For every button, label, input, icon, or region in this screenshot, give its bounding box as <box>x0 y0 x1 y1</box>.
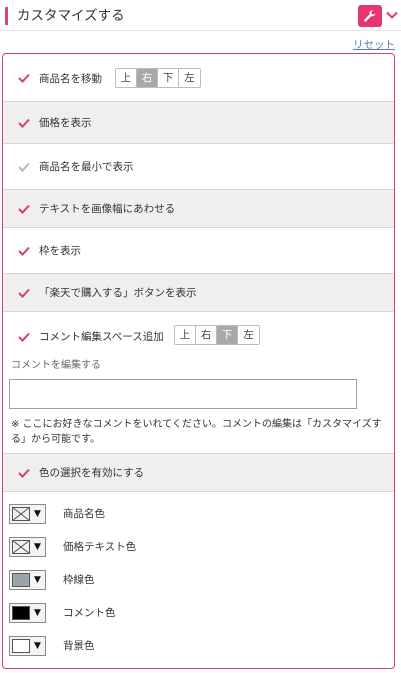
position-right-button[interactable]: 右 <box>137 69 158 87</box>
option-label: テキストを画像幅にあわせる <box>39 203 176 215</box>
comment-caption: コメントを編集する <box>11 360 101 371</box>
color-swatch-button[interactable]: ▼ <box>9 636 46 656</box>
position-left-button[interactable]: 左 <box>238 326 259 344</box>
dropdown-arrow-icon: ▼ <box>34 641 41 651</box>
option-label: コメント編集スペース追加 <box>39 331 164 343</box>
comment-textarea[interactable] <box>9 379 357 409</box>
option-label: 「楽天で購入する」ボタンを表示 <box>39 287 197 299</box>
check-icon[interactable] <box>18 332 30 342</box>
no-color-icon <box>12 507 30 521</box>
option-enable-colors[interactable]: 色の選択を有効にする <box>3 454 394 492</box>
position-left-button[interactable]: 左 <box>179 69 200 87</box>
dropdown-arrow-icon: ▼ <box>34 575 41 585</box>
color-swatch <box>12 606 30 620</box>
position-top-button[interactable]: 上 <box>116 69 137 87</box>
chevron-down-icon[interactable] <box>385 8 399 22</box>
color-swatch-button[interactable]: ▼ <box>9 570 46 590</box>
option-label: 枠を表示 <box>39 245 81 257</box>
option-fit-text[interactable]: テキストを画像幅にあわせる <box>3 190 394 228</box>
option-label: 商品名を最小で表示 <box>39 161 134 173</box>
option-show-border[interactable]: 枠を表示 <box>3 228 394 274</box>
wrench-icon <box>364 10 376 22</box>
check-icon <box>18 204 30 214</box>
check-icon <box>18 246 30 256</box>
color-label: コメント色 <box>63 607 116 619</box>
option-label: 価格を表示 <box>39 117 92 129</box>
comment-position-selector: 上 右 下 左 <box>174 325 260 345</box>
color-label: 枠線色 <box>63 574 95 586</box>
position-right-button[interactable]: 右 <box>196 326 217 344</box>
position-top-button[interactable]: 上 <box>175 326 196 344</box>
option-show-rakuten-button[interactable]: 「楽天で購入する」ボタンを表示 <box>3 274 394 312</box>
option-move-name[interactable]: 商品名を移動 上 右 下 左 <box>3 54 394 102</box>
color-label: 背景色 <box>63 640 95 652</box>
dropdown-arrow-icon: ▼ <box>34 509 41 519</box>
color-swatch-button[interactable]: ▼ <box>9 537 46 557</box>
option-label: 商品名を移動 <box>39 73 102 85</box>
customize-button[interactable] <box>358 5 382 27</box>
position-bottom-button[interactable]: 下 <box>158 69 179 87</box>
color-label: 商品名色 <box>63 508 105 520</box>
dropdown-arrow-icon: ▼ <box>34 542 41 552</box>
header-divider <box>0 30 401 31</box>
check-icon <box>18 162 30 172</box>
color-label: 価格テキスト色 <box>63 541 137 553</box>
position-bottom-button[interactable]: 下 <box>217 326 238 344</box>
option-label: 色の選択を有効にする <box>39 467 145 479</box>
header-accent-bar <box>5 7 8 25</box>
dropdown-arrow-icon: ▼ <box>34 608 41 618</box>
customize-panel: 商品名を移動 上 右 下 左 価格を表示 商品名を最小で表示 テキストを画像幅に… <box>2 53 395 669</box>
page-title: カスタマイズする <box>17 8 125 24</box>
comment-note: ※ ここにお好きなコメントをいれてください。コメントの編集は「カスタマイズする」… <box>11 419 382 445</box>
option-min-name[interactable]: 商品名を最小で表示 <box>3 144 394 190</box>
color-swatch <box>12 573 30 587</box>
reset-link[interactable]: リセット <box>353 38 395 52</box>
no-color-icon <box>12 540 30 554</box>
color-swatch <box>12 639 30 653</box>
header: カスタマイズする <box>0 0 401 34</box>
color-swatch-button[interactable]: ▼ <box>9 603 46 623</box>
name-position-selector: 上 右 下 左 <box>115 68 201 88</box>
color-swatch-button[interactable]: ▼ <box>9 504 46 524</box>
check-icon <box>18 468 30 478</box>
check-icon <box>18 73 30 83</box>
option-show-price[interactable]: 価格を表示 <box>3 102 394 144</box>
check-icon <box>18 118 30 128</box>
check-icon <box>18 288 30 298</box>
